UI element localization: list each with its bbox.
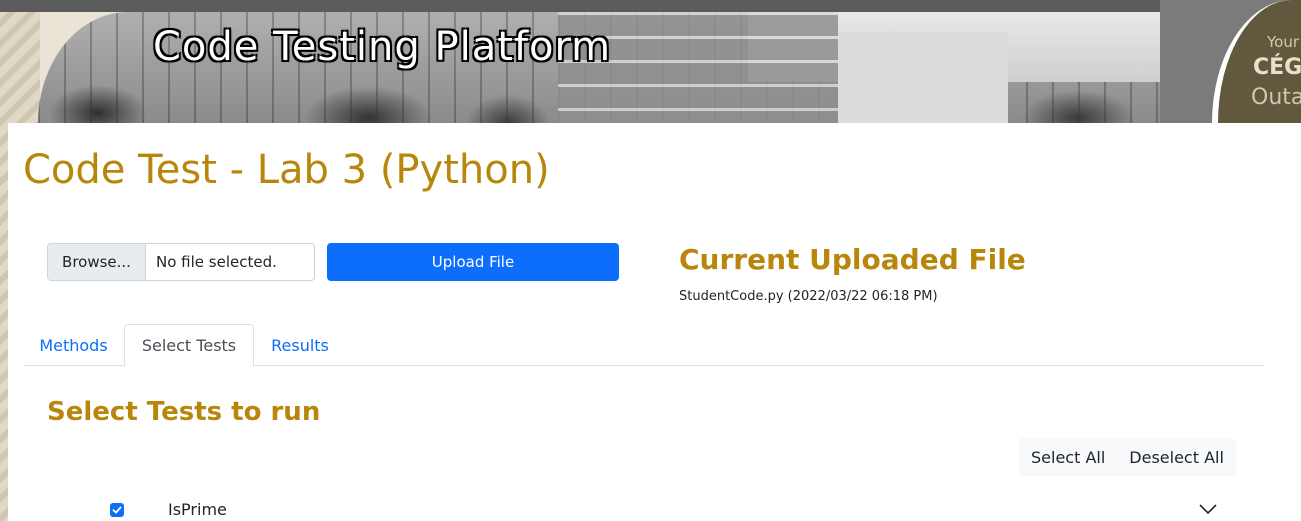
logo-text-line2: CÉG [1253, 55, 1301, 80]
current-file-heading: Current Uploaded File [679, 243, 1026, 276]
browse-button[interactable]: Browse... [48, 244, 146, 280]
site-title: Code Testing Platform [153, 24, 612, 70]
file-input[interactable]: Browse... No file selected. [47, 243, 315, 281]
logo-text-line1: Your [1267, 33, 1300, 51]
main-content: Code Test - Lab 3 (Python) Browse... No … [8, 123, 1301, 521]
tab-bar: Methods Select Tests Results [23, 324, 1264, 367]
header-banner: Your CÉG Outa Code Testing Platform [0, 0, 1301, 123]
chevron-down-icon[interactable] [1198, 502, 1218, 516]
check-icon [112, 506, 122, 514]
test-name: IsPrime [168, 500, 227, 519]
deselect-all-button[interactable]: Deselect All [1117, 438, 1236, 476]
test-checkbox[interactable] [110, 503, 124, 517]
banner-top-bar [0, 0, 1301, 12]
page-title: Code Test - Lab 3 (Python) [23, 147, 550, 193]
file-status-text: No file selected. [156, 253, 277, 271]
test-list-item: IsPrime [108, 498, 1248, 521]
tab-results[interactable]: Results [254, 324, 346, 366]
select-all-button[interactable]: Select All [1019, 438, 1117, 476]
tab-methods[interactable]: Methods [23, 324, 124, 366]
selection-button-group: Select All Deselect All [1019, 438, 1236, 476]
tab-select-tests[interactable]: Select Tests [124, 324, 254, 367]
select-tests-heading: Select Tests to run [47, 397, 321, 427]
upload-file-button[interactable]: Upload File [327, 243, 619, 281]
current-file-info: StudentCode.py (2022/03/22 06:18 PM) [679, 289, 938, 304]
logo-text-line3: Outa [1251, 85, 1301, 110]
